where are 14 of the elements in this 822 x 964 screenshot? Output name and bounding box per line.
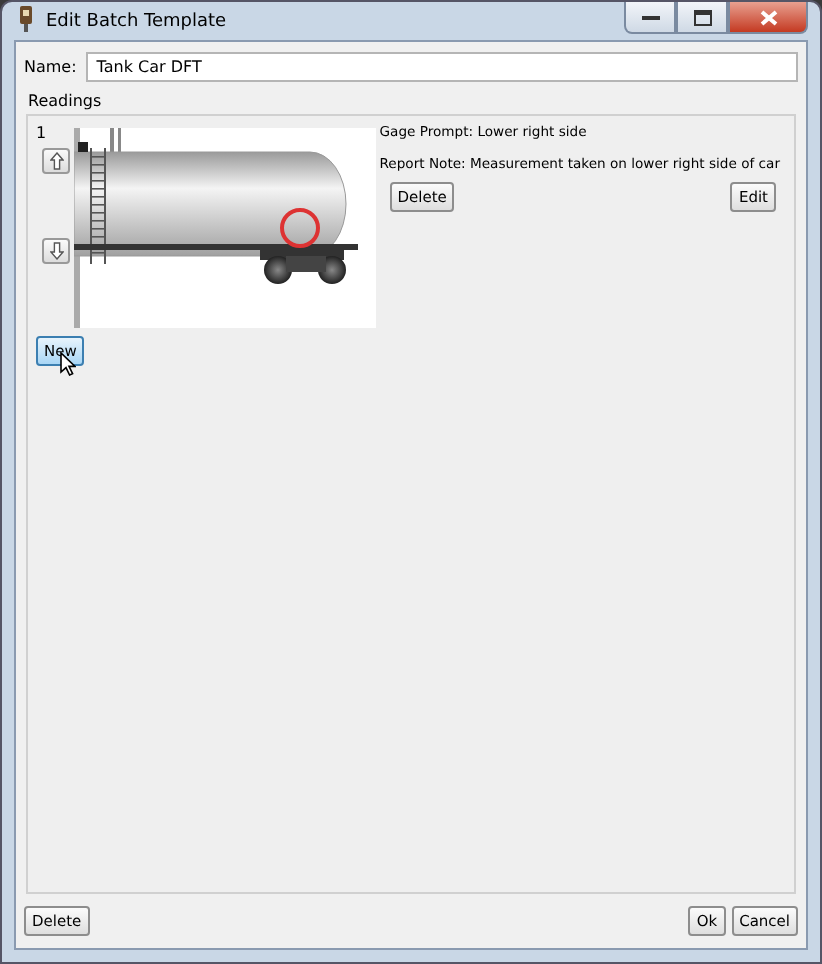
readings-label: Readings bbox=[26, 90, 104, 114]
move-up-button[interactable] bbox=[42, 148, 70, 174]
close-button[interactable] bbox=[728, 2, 808, 34]
name-field[interactable]: Tank Car DFT bbox=[86, 52, 798, 82]
window-title: Edit Batch Template bbox=[46, 11, 227, 31]
app-icon bbox=[18, 6, 34, 36]
reading-number: 1 bbox=[36, 124, 47, 142]
minimize-icon bbox=[641, 13, 659, 21]
move-down-button[interactable] bbox=[42, 238, 70, 264]
maximize-button[interactable] bbox=[676, 2, 728, 34]
close-icon bbox=[759, 9, 777, 25]
minimize-button[interactable] bbox=[624, 2, 676, 34]
name-label: Name: bbox=[24, 58, 77, 76]
maximize-icon bbox=[693, 9, 711, 25]
